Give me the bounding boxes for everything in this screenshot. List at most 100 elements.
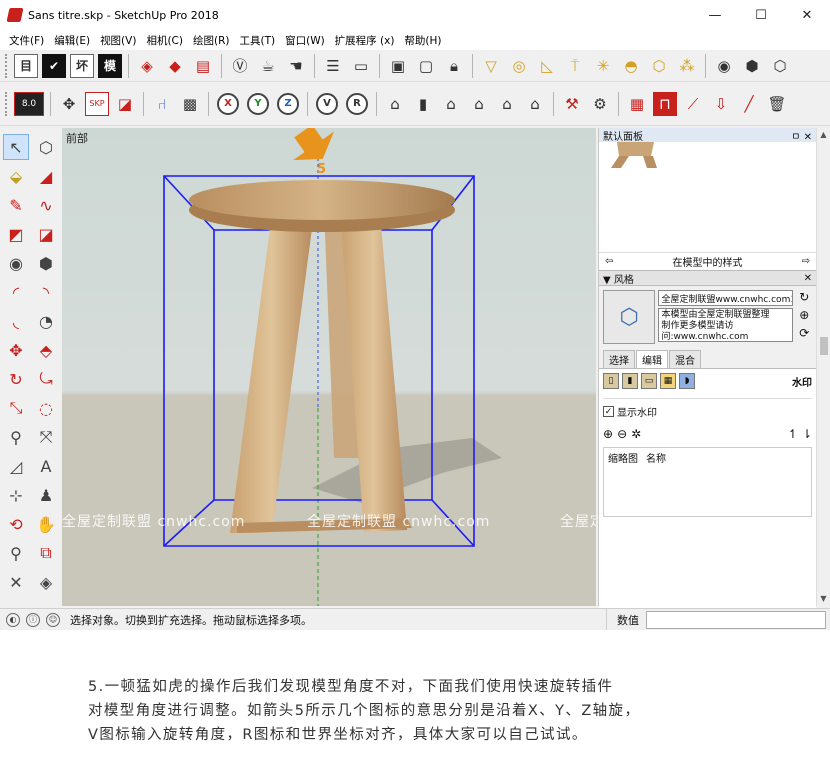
axes-icon[interactable]: ⊹ [3, 482, 29, 508]
select-arrow-icon[interactable]: ↖ [3, 134, 29, 160]
house-right-icon[interactable]: ⌂ [467, 92, 491, 116]
rectangle-icon[interactable]: ◩ [3, 221, 29, 247]
triangle-ruler-icon[interactable]: ◺ [535, 54, 559, 78]
document-dollar-icon[interactable]: ▤ [191, 54, 215, 78]
rotate-y-button[interactable]: Y [247, 92, 269, 115]
background-settings-icon[interactable]: ▭ [641, 373, 657, 389]
house-front-icon[interactable]: ⌂ [439, 92, 463, 116]
tab-mix[interactable]: 混合 [669, 350, 701, 368]
modeling-settings-icon[interactable]: ◗ [679, 373, 695, 389]
house-left-icon[interactable]: ⌂ [523, 92, 547, 116]
magnet-icon[interactable]: ⊓ [653, 91, 677, 116]
styles-panel-header[interactable]: ▼ 风格 ✕ [599, 270, 816, 286]
hand-pointer-icon[interactable]: ☚ [284, 54, 308, 78]
menu-file[interactable]: 文件(F) [4, 33, 49, 48]
plugin-button-a[interactable]: 目 [14, 53, 38, 78]
zoom-window-icon[interactable]: ⧉ [33, 540, 59, 566]
photo-frame-icon[interactable]: ▢ [414, 54, 438, 78]
protractor-icon[interactable]: ◿ [3, 453, 29, 479]
rotate-icon[interactable]: ↻ [3, 366, 29, 392]
tray-close-icon[interactable]: ✕ [804, 132, 812, 143]
film-frame-icon[interactable]: ▦ [625, 92, 649, 116]
rotate-angle-button[interactable]: V [316, 92, 338, 115]
menu-view[interactable]: 视图(V) [95, 33, 141, 48]
three-point-arc-icon[interactable]: ◟ [3, 308, 29, 334]
check-circle-icon[interactable]: Ⓥ [228, 54, 252, 78]
menu-edit[interactable]: 编辑(E) [49, 33, 95, 48]
menu-draw[interactable]: 绘图(R) [188, 33, 235, 48]
dome-icon[interactable]: ◓ [619, 54, 643, 78]
cut-line-icon[interactable]: ⟋ [681, 92, 705, 116]
trash-icon[interactable]: 🗑︎ [765, 92, 789, 116]
panel-close-icon[interactable]: ✕ [804, 273, 812, 284]
window-frame-icon[interactable]: ▣ [386, 54, 410, 78]
teapot-icon[interactable]: ☕ [256, 54, 280, 78]
update-style-icon[interactable]: ↻ [799, 290, 809, 304]
remove-watermark-icon[interactable]: ⊖ [617, 427, 627, 441]
add-watermark-icon[interactable]: ⊕ [603, 427, 613, 441]
eye-camera-icon[interactable]: ◉ [712, 54, 736, 78]
scroll-down-icon[interactable]: ▼ [820, 592, 826, 606]
image-icon[interactable]: ▩ [178, 92, 202, 116]
version-badge[interactable]: 8.0 [14, 91, 44, 116]
cube-view-icon[interactable]: ⬢ [740, 54, 764, 78]
plugin-button-d[interactable]: 模 [98, 53, 122, 78]
paint-bucket-icon[interactable]: ⬙ [3, 163, 29, 189]
menu-window[interactable]: 窗口(W) [280, 33, 330, 48]
pan-hand-icon[interactable]: ✋ [33, 511, 59, 537]
geo-location-icon[interactable]: ◐ [6, 612, 20, 627]
refresh-style-icon[interactable]: ⟳ [799, 326, 809, 340]
paint-card-icon[interactable]: ◪ [113, 92, 137, 116]
funnel-icon[interactable]: ▽ [479, 54, 503, 78]
style-thumbnail-icon[interactable]: ⬡ [603, 290, 656, 344]
settings-gear-icon[interactable]: ⚙ [588, 92, 612, 116]
line-tool-icon[interactable]: ╱ [737, 92, 761, 116]
box-front-icon[interactable]: ▮ [411, 92, 435, 116]
credits-icon[interactable]: ⓘ [26, 612, 40, 627]
user-icon[interactable]: ☺ [46, 612, 60, 627]
scale-icon[interactable]: ⤡ [3, 395, 29, 421]
pencil-icon[interactable]: ✎ [3, 192, 29, 218]
lamp-icon[interactable]: ⍑ [563, 54, 587, 78]
hexagon-icon[interactable]: ⬡ [647, 54, 671, 78]
menu-extensions[interactable]: 扩展程序 (x) [330, 33, 400, 48]
watermark-settings-icon[interactable]: ▦ [660, 373, 676, 389]
rotate-x-button[interactable]: X [217, 92, 239, 115]
align-world-button[interactable]: R [346, 92, 368, 115]
tape-measure-icon[interactable]: ⚲ [3, 424, 29, 450]
3d-viewport[interactable]: 前部 5 全屋定制联盟 cnwhc.com 全屋定制联盟 cnwhc.com 全… [62, 128, 596, 606]
maximize-button[interactable]: ☐ [738, 0, 784, 30]
house-back-icon[interactable]: ⌂ [495, 92, 519, 116]
chair-icon[interactable]: ⑁ [150, 92, 174, 116]
tray-scrollbar[interactable]: ▲ ▼ [816, 128, 830, 606]
dimension-icon[interactable]: ⤧ [33, 424, 59, 450]
3d-text-icon[interactable]: ♟ [33, 482, 59, 508]
create-style-icon[interactable]: ⊕ [799, 308, 809, 322]
toolbar-grip[interactable] [5, 53, 9, 78]
sparkle-icon[interactable]: ⁂ [675, 54, 699, 78]
freehand-icon[interactable]: ∿ [33, 192, 59, 218]
polygon-icon[interactable]: ⬢ [33, 250, 59, 276]
pie-icon[interactable]: ◔ [33, 308, 59, 334]
move-down-icon[interactable]: ⇂ [802, 427, 812, 441]
push-arrow-icon[interactable]: ⇩ [709, 92, 733, 116]
back-arrow-icon[interactable]: ⇦ [605, 256, 613, 267]
skp-export-button[interactable]: SKP [85, 91, 109, 116]
two-point-arc-icon[interactable]: ◝ [33, 279, 59, 305]
measurements-input[interactable] [646, 610, 826, 629]
component-cube-icon[interactable]: ⬡ [33, 134, 59, 160]
menu-camera[interactable]: 相机(C) [141, 33, 188, 48]
tab-select[interactable]: 选择 [603, 350, 635, 368]
face-settings-icon[interactable]: ▮ [622, 373, 638, 389]
move-icon[interactable]: ✥ [3, 337, 29, 363]
arc-icon[interactable]: ◜ [3, 279, 29, 305]
push-pull-icon[interactable]: ⬘ [33, 337, 59, 363]
follow-me-icon[interactable]: ⤿ [33, 366, 59, 392]
materials-stack-icon[interactable]: ◆ [163, 54, 187, 78]
tab-edit[interactable]: 编辑 [636, 350, 668, 368]
brush-icon[interactable]: ⚒ [560, 92, 584, 116]
eraser-icon[interactable]: ◢ [33, 163, 59, 189]
house-iso-icon[interactable]: ⌂ [383, 92, 407, 116]
plugin-button-c[interactable]: 坏 [70, 53, 94, 78]
align-icon[interactable]: ☰ [321, 54, 345, 78]
